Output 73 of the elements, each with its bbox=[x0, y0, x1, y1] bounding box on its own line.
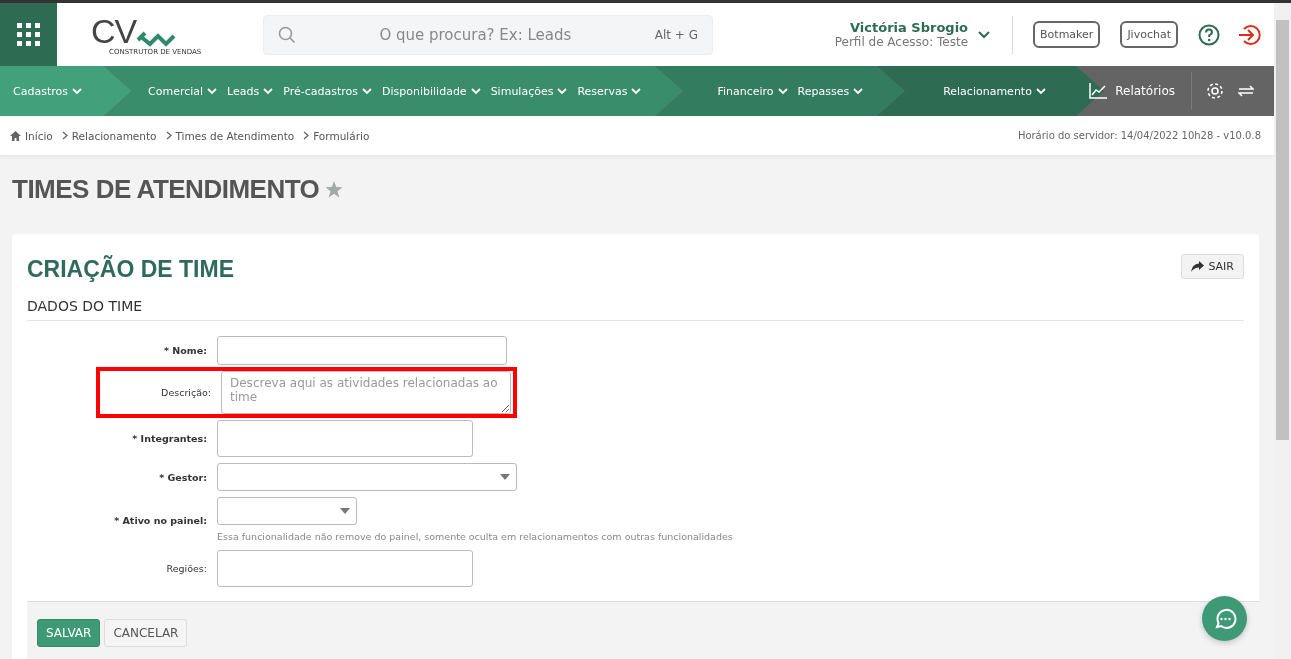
header-button[interactable]: Jivochat bbox=[1120, 21, 1178, 48]
logout-icon[interactable] bbox=[1238, 23, 1262, 46]
chevron-down-icon bbox=[71, 87, 82, 95]
cancel-button[interactable]: CANCELAR bbox=[104, 619, 188, 647]
help-text: Essa funcionalidade não remove do painel, somente oculta em relacionamentos com outras funcionalidades bbox=[217, 531, 733, 542]
chevron-down-icon bbox=[263, 87, 274, 95]
nav-menu-item[interactable]: Relacionamento bbox=[943, 84, 1046, 98]
user-name: Victória Sbrogio bbox=[850, 20, 969, 35]
nav-menu-item[interactable]: Leads bbox=[227, 84, 274, 98]
chevron-down-icon bbox=[362, 87, 372, 95]
user-menu[interactable]: Victória Sbrogio Perfil de Acesso: Teste bbox=[834, 20, 991, 49]
exit-button[interactable]: SAIR bbox=[1181, 253, 1244, 279]
nav-menu-item[interactable]: Disponibilidade bbox=[382, 84, 481, 98]
chevron-down-icon bbox=[631, 87, 642, 95]
swap-arrows-icon[interactable] bbox=[1238, 85, 1254, 97]
field-label: * Ativo no painel: bbox=[113, 515, 207, 526]
scrollbar[interactable] bbox=[1274, 3, 1291, 659]
text-field[interactable] bbox=[217, 336, 507, 365]
chevron-right-icon bbox=[303, 131, 310, 140]
chevron-down-icon bbox=[978, 30, 991, 39]
line-chart-icon bbox=[1089, 83, 1108, 99]
page-title: TIMES DE ATENDIMENTO bbox=[12, 173, 320, 205]
dropdown-triangle-icon bbox=[340, 508, 350, 514]
save-button[interactable]: SALVAR bbox=[37, 619, 101, 647]
search-icon bbox=[278, 25, 296, 44]
tags-field[interactable] bbox=[217, 550, 473, 587]
shortcut-hint: Alt + G bbox=[654, 27, 698, 42]
grid-icon bbox=[16, 22, 41, 47]
field-label: Regiões: bbox=[165, 563, 207, 574]
chevron-down-icon bbox=[207, 87, 218, 95]
header-button[interactable]: Botmaker bbox=[1033, 21, 1101, 48]
star-icon[interactable] bbox=[325, 180, 344, 198]
share-arrow-icon bbox=[1191, 260, 1205, 272]
chevron-down-icon bbox=[777, 87, 788, 95]
section-heading: DADOS DO TIME bbox=[27, 298, 1244, 321]
breadcrumb-link[interactable]: Times de Atendimento bbox=[175, 129, 295, 142]
breadcrumb-link[interactable]: Início bbox=[25, 129, 53, 142]
logo-wave-icon bbox=[136, 29, 177, 48]
help-icon[interactable] bbox=[1198, 23, 1220, 46]
nav-menu-item[interactable]: Comercial bbox=[148, 84, 218, 98]
nav-menu-item[interactable]: Financeiro bbox=[717, 84, 788, 98]
home-icon bbox=[10, 130, 21, 141]
nav-menu-item[interactable]: Cadastros bbox=[13, 84, 82, 98]
card-title: CRIAÇÃO DE TIME bbox=[27, 256, 234, 283]
chevron-right-icon bbox=[165, 131, 172, 140]
chevron-right-icon bbox=[61, 131, 68, 140]
field-label: Descrição: bbox=[160, 387, 211, 398]
nav-menu-item[interactable]: Pré-cadastros bbox=[283, 84, 372, 98]
nav-menu-item[interactable]: Repasses bbox=[797, 84, 864, 98]
tags-field[interactable] bbox=[217, 420, 473, 457]
reports-link[interactable]: Relatórios bbox=[1089, 83, 1175, 99]
field-label: * Integrantes: bbox=[131, 433, 207, 444]
logo-text: CV bbox=[91, 13, 137, 48]
search-input[interactable]: O que procura? Ex: Leads bbox=[296, 24, 655, 45]
textarea-field[interactable]: Descreva aqui as atividades relacionadas ao time bbox=[221, 371, 511, 414]
select-field[interactable] bbox=[217, 497, 357, 525]
nav-menu-item[interactable]: Simulações bbox=[490, 84, 568, 98]
field-label: * Gestor: bbox=[158, 471, 207, 483]
breadcrumb-link[interactable]: Formulário bbox=[313, 129, 370, 142]
chevron-down-icon bbox=[470, 87, 481, 95]
select-field[interactable] bbox=[217, 463, 517, 491]
chevron-down-icon bbox=[557, 87, 568, 95]
user-profile: Perfil de Acesso: Teste bbox=[834, 35, 969, 49]
field-label: * Nome: bbox=[163, 345, 207, 356]
settings-icon[interactable] bbox=[1206, 82, 1224, 100]
chevron-down-icon bbox=[1035, 87, 1046, 95]
dropdown-triangle-icon bbox=[500, 474, 510, 480]
search-field[interactable]: O que procura? Ex: Leads Alt + G bbox=[263, 14, 713, 55]
chevron-down-icon bbox=[853, 87, 864, 95]
breadcrumb-link[interactable]: Relacionamento bbox=[71, 129, 157, 142]
nav-menu-item[interactable]: Reservas bbox=[577, 84, 642, 98]
server-time: Horário do servidor: 14/04/2022 10h28 - v10.0.8 bbox=[1017, 130, 1261, 141]
apps-menu-button[interactable] bbox=[0, 3, 57, 66]
